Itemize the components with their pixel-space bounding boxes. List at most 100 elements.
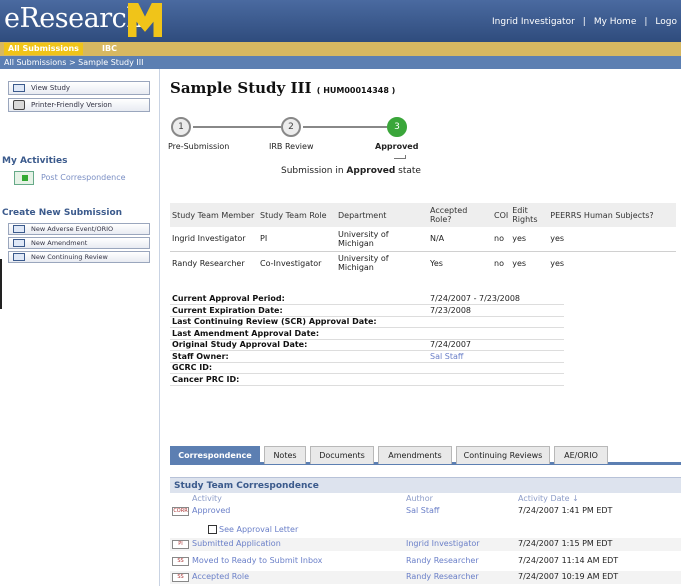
new-adverse-event-button[interactable]: New Adverse Event/ORIO (8, 223, 150, 235)
tab-ae-orio[interactable]: AE/ORIO (554, 446, 608, 464)
table-cell: Co-Investigator (260, 258, 322, 268)
printer-friendly-button[interactable]: Printer-Friendly Version (8, 98, 150, 112)
status-suffix: state (395, 166, 421, 176)
see-approval-letter-link[interactable]: See Approval Letter (208, 525, 298, 534)
detail-value (428, 316, 564, 328)
tab-correspondence[interactable]: Correspondence (170, 446, 260, 464)
tab-amendments[interactable]: Amendments (378, 446, 452, 464)
detail-value (428, 327, 564, 340)
divider (0, 259, 2, 309)
team-member-link[interactable]: Ingrid Investigator (170, 227, 258, 252)
activity-link[interactable]: Approved (192, 506, 230, 515)
status-prefix: Submission in (281, 166, 347, 176)
table-row: Ingrid Investigator PI University of Mic… (170, 227, 676, 252)
document-icon (13, 239, 25, 247)
user-name-link[interactable]: Ingrid Investigator (492, 17, 575, 27)
nav-ibc[interactable]: IBC (98, 43, 121, 55)
nav-all-submissions[interactable]: All Submissions (4, 43, 83, 55)
detail-label: Staff Owner: (170, 350, 428, 363)
activity-link[interactable]: Moved to Ready to Submit Inbox (192, 556, 322, 565)
activity-link[interactable]: Submitted Application (192, 539, 281, 548)
new-continuing-review-button[interactable]: New Continuing Review (8, 251, 150, 263)
step-3-label: Approved (375, 142, 419, 151)
activity-type-icon: SS (172, 557, 189, 566)
page-title: Sample Study III ( HUM00014348 ) (170, 79, 395, 97)
detail-row: Last Continuing Review (SCR) Approval Da… (170, 316, 564, 328)
main-content: Sample Study III ( HUM00014348 ) 1 2 3 P… (161, 69, 681, 586)
detail-row: Current Expiration Date: 7/23/2008 (170, 304, 564, 317)
see-approval-letter-label: See Approval Letter (219, 525, 299, 534)
activity-date: 7/24/2007 10:19 AM EDT (518, 572, 619, 581)
logout-link[interactable]: Logo (655, 17, 677, 27)
detail-row: GCRC ID: (170, 362, 564, 374)
top-nav: All Submissions IBC (0, 42, 681, 56)
table-cell: Yes (430, 258, 443, 268)
column-header: Accepted Role? (428, 203, 492, 227)
table-cell: no (492, 227, 511, 252)
tab-bar: Correspondence Notes Documents Amendment… (170, 443, 681, 465)
author-link[interactable]: Ingrid Investigator (406, 539, 480, 548)
activity-date: 7/24/2007 1:15 PM EDT (518, 539, 613, 548)
table-cell: University of Michigan (338, 254, 389, 273)
step-3-icon: 3 (387, 117, 407, 137)
column-header-activity[interactable]: Activity (192, 494, 222, 503)
activity-link[interactable]: Accepted Role (192, 572, 249, 581)
post-correspondence-action[interactable]: Post Correspondence (14, 171, 160, 185)
table-header-row: Study Team Member Study Team Role Depart… (170, 203, 676, 227)
column-header-author[interactable]: Author (406, 494, 433, 503)
detail-label: Original Study Approval Date: (170, 339, 428, 351)
author-link[interactable]: Randy Researcher (406, 556, 479, 565)
detail-value: 7/24/2007 (428, 339, 564, 351)
view-study-label: View Study (31, 84, 71, 92)
detail-label: Current Expiration Date: (170, 304, 428, 317)
step-1-label: Pre-Submission (168, 142, 230, 151)
column-header: PEERRS Human Subjects? (548, 203, 676, 227)
tab-notes[interactable]: Notes (264, 446, 306, 464)
new-amendment-button[interactable]: New Amendment (8, 237, 150, 249)
status-state: Approved (346, 166, 396, 176)
list-item: CORR Approved Sal Staff 7/24/2007 1:41 P… (170, 505, 681, 518)
table-cell: N/A (428, 227, 492, 252)
staff-owner-link[interactable]: Sal Staff (428, 350, 564, 363)
table-row: Randy Researcher Co-Investigator Univers… (170, 251, 676, 275)
new-continuing-review-label: New Continuing Review (31, 253, 108, 261)
column-header-date[interactable]: Activity Date ↓ (518, 494, 579, 503)
submission-status: Submission in Approved state (281, 166, 421, 176)
table-cell: yes (510, 227, 549, 252)
new-adverse-event-label: New Adverse Event/ORIO (31, 225, 114, 233)
tab-documents[interactable]: Documents (310, 446, 374, 464)
divider: | (582, 17, 586, 27)
table-cell: University of Michigan (336, 227, 428, 252)
tab-continuing-reviews[interactable]: Continuing Reviews (456, 446, 550, 464)
detail-label: GCRC ID: (170, 362, 428, 374)
divider: | (644, 17, 648, 27)
detail-row: Cancer PRC ID: (170, 373, 564, 386)
detail-value (428, 373, 564, 386)
app-logo[interactable]: eResearch (4, 3, 144, 34)
study-id: ( HUM00014348 ) (316, 86, 396, 95)
detail-label: Current Approval Period: (170, 293, 428, 305)
view-study-button[interactable]: View Study (8, 81, 150, 95)
detail-row: Current Approval Period: 7/24/2007 - 7/23… (170, 293, 564, 305)
detail-value (428, 362, 564, 374)
printer-friendly-label: Printer-Friendly Version (31, 101, 112, 109)
breadcrumb[interactable]: All Submissions > Sample Study III (0, 56, 681, 69)
list-item: SS Accepted Role Randy Researcher 7/24/2… (170, 571, 681, 584)
current-step-marker (394, 155, 406, 159)
post-correspondence-icon (14, 171, 34, 185)
author-link[interactable]: Randy Researcher (406, 572, 479, 581)
author-link[interactable]: Sal Staff (406, 506, 439, 515)
user-links: Ingrid Investigator | My Home | Logo (488, 17, 681, 27)
team-member-link[interactable]: Randy Researcher (170, 251, 258, 275)
sidebar: View Study Printer-Friendly Version My A… (0, 69, 160, 586)
detail-row: Original Study Approval Date: 7/24/2007 (170, 339, 564, 351)
activity-type-icon: CORR (172, 507, 189, 516)
detail-row: Last Amendment Approval Date: (170, 327, 564, 340)
search-document-icon (13, 253, 25, 261)
window-icon (13, 84, 25, 92)
my-home-link[interactable]: My Home (594, 17, 637, 27)
table-cell: PI (258, 227, 336, 252)
list-item: PI Submitted Application Ingrid Investig… (170, 538, 681, 551)
activity-type-icon: PI (172, 540, 189, 549)
app-header: eResearch Ingrid Investigator | My Home | Lo… (0, 0, 681, 42)
